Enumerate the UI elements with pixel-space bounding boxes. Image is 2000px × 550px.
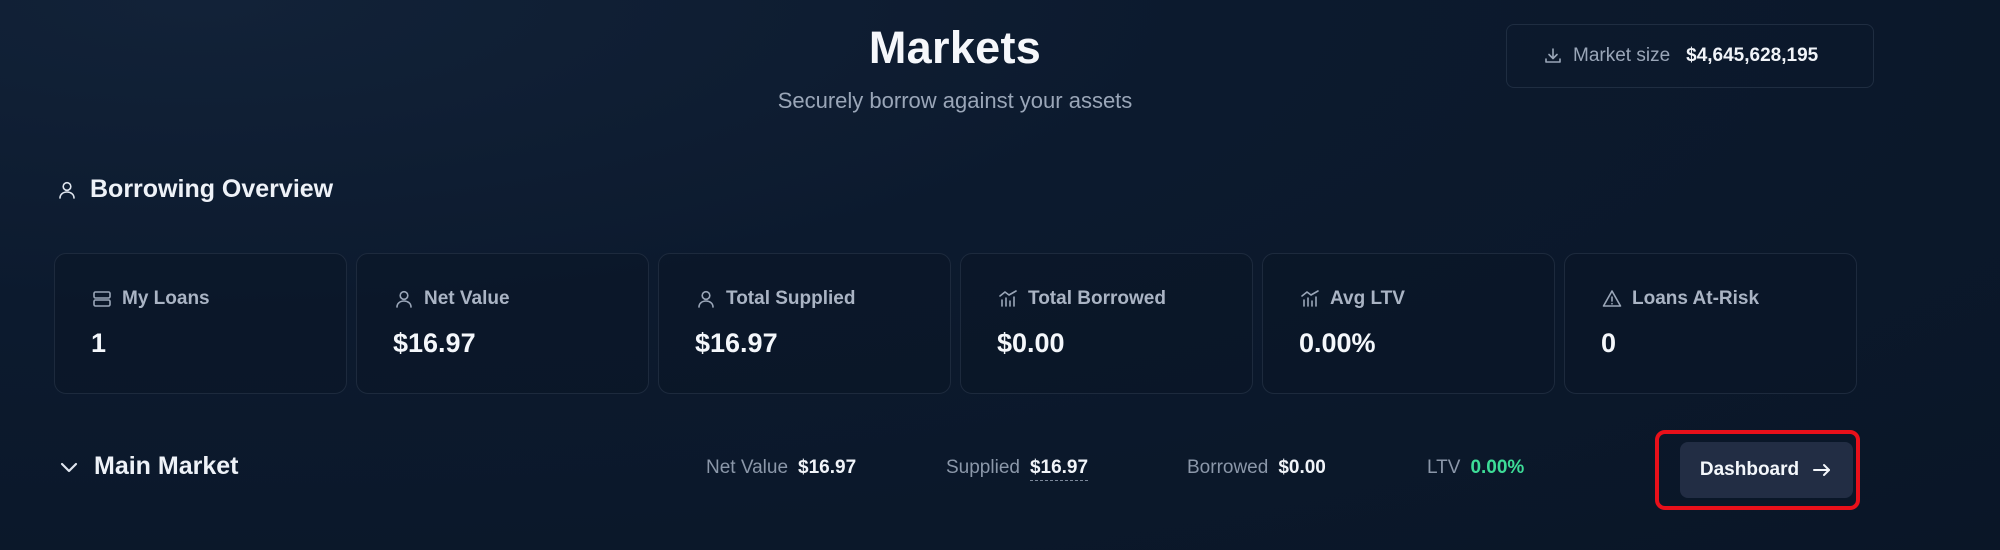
stat-value: 0.00% (1470, 457, 1525, 478)
card-label: Avg LTV (1330, 288, 1405, 309)
card-label: My Loans (122, 288, 210, 309)
chart-icon (1299, 288, 1321, 310)
market-size-label: Market size (1573, 45, 1671, 66)
stat-label: LTV (1427, 457, 1461, 478)
card-loans-at-risk: Loans At-Risk 0 (1564, 253, 1857, 394)
main-market-supplied: Supplied $16.97 (946, 457, 1089, 481)
card-value: 1 (91, 328, 107, 358)
main-market-net-value: Net Value $16.97 (706, 457, 856, 479)
warning-icon (1601, 288, 1623, 310)
card-value: $16.97 (393, 328, 476, 358)
stat-label: Borrowed (1187, 457, 1269, 478)
main-market-toggle[interactable]: Main Market (58, 452, 238, 481)
stack-icon (91, 288, 113, 310)
card-value: $0.00 (997, 328, 1065, 358)
dashboard-button[interactable]: Dashboard (1680, 442, 1853, 498)
overview-cards: My Loans 1 Net Value $16.97 Total Suppli… (54, 253, 1857, 394)
stat-value: $0.00 (1278, 457, 1326, 478)
user-icon (695, 288, 717, 310)
user-icon (393, 288, 415, 310)
chart-icon (997, 288, 1019, 310)
card-label: Loans At-Risk (1632, 288, 1760, 309)
download-icon (1543, 46, 1563, 66)
card-label: Total Supplied (726, 288, 856, 309)
stat-label: Net Value (706, 457, 789, 478)
card-value: 0 (1601, 328, 1617, 358)
borrowing-overview-heading: Borrowing Overview (56, 175, 333, 204)
dashboard-button-label[interactable]: Dashboard (1700, 459, 1799, 481)
chevron-down-icon[interactable] (58, 456, 80, 478)
stat-value[interactable]: $16.97 (1029, 457, 1089, 481)
arrow-right-icon[interactable] (1811, 459, 1833, 481)
card-label: Net Value (424, 288, 510, 309)
main-market-title[interactable]: Main Market (94, 452, 238, 481)
borrowing-overview-title: Borrowing Overview (90, 175, 334, 203)
card-total-borrowed: Total Borrowed $0.00 (960, 253, 1253, 394)
card-label: Total Borrowed (1028, 288, 1166, 309)
market-size-value: $4,645,628,195 (1686, 45, 1819, 66)
stat-value: $16.97 (798, 457, 857, 478)
market-size-panel: Market size $4,645,628,195 (1506, 24, 1874, 88)
main-market-ltv: LTV 0.00% (1427, 457, 1524, 479)
card-value: $16.97 (695, 328, 778, 358)
card-avg-ltv: Avg LTV 0.00% (1262, 253, 1555, 394)
card-net-value: Net Value $16.97 (356, 253, 649, 394)
card-value: 0.00% (1299, 328, 1376, 358)
main-market-borrowed: Borrowed $0.00 (1187, 457, 1326, 479)
stat-label: Supplied (946, 457, 1020, 478)
user-icon (56, 179, 78, 201)
card-total-supplied: Total Supplied $16.97 (658, 253, 951, 394)
page-subtitle: Securely borrow against your assets (777, 88, 1133, 113)
card-my-loans: My Loans 1 (54, 253, 347, 394)
